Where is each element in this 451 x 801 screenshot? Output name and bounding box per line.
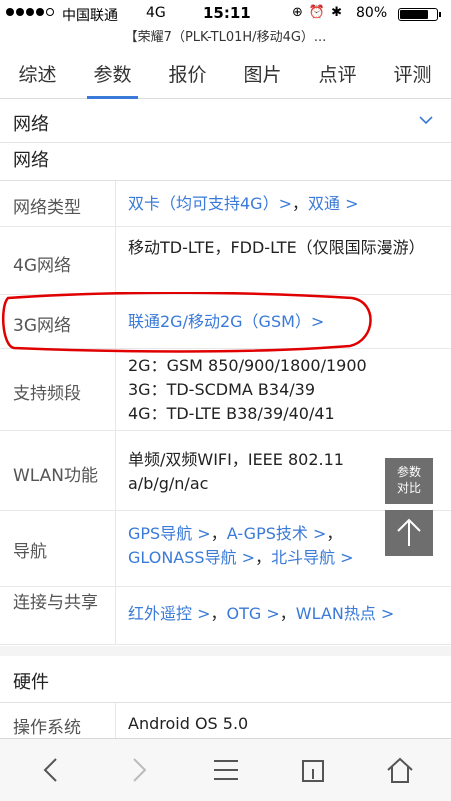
spec-row-navigation: 导航 GPS导航 >，A-GPS技术 >， GLONASS导航 >，北斗导航 >: [0, 511, 451, 587]
rotation-lock-icon: ⊕: [292, 5, 309, 20]
carrier-name: 中国联通: [62, 8, 118, 24]
spec-row-wlan: WLAN功能 单频/双频WIFI，IEEE 802.11 a/b/g/n/ac: [0, 431, 451, 511]
spec-value: 2G：GSM 850/900/1800/1900 3G：TD-SCDMA B34…: [128, 356, 367, 423]
spec-value: 红外遥控 >，OTG >，WLAN热点 >: [128, 604, 395, 623]
spec-label: 连接与共享: [13, 593, 98, 613]
back-arrow-icon[interactable]: [36, 755, 66, 785]
spec-value: 双卡（均可支持4G）>，双通 >: [128, 194, 359, 213]
tab-bar: 综述 参数 报价 图片 点评 评测: [0, 52, 451, 99]
spec-row-network-type: 网络类型 双卡（均可支持4G）>，双通 >: [0, 181, 451, 227]
windows-tabs-icon[interactable]: [299, 755, 329, 785]
spec-link-beidou[interactable]: 北斗导航 >: [271, 548, 354, 567]
spec-link-glonass[interactable]: GLONASS导航 >: [128, 548, 255, 567]
tab-evaluation[interactable]: 评测: [375, 52, 450, 98]
spec-value: 单频/双频WIFI，IEEE 802.11 a/b/g/n/ac: [128, 450, 344, 493]
spec-row-os: 操作系统 Android OS 5.0: [0, 703, 451, 738]
forward-arrow-icon[interactable]: [124, 755, 154, 785]
spec-label: 网络类型: [13, 198, 81, 218]
bluetooth-icon: ✱: [331, 5, 348, 20]
battery-icon: [398, 8, 441, 21]
tab-specs[interactable]: 参数: [75, 52, 150, 99]
section-hardware-title: 硬件: [13, 672, 49, 693]
tab-reviews[interactable]: 点评: [300, 52, 375, 98]
home-icon[interactable]: [385, 755, 415, 785]
spec-row-connectivity: 连接与共享 红外遥控 >，OTG >，WLAN热点 >: [0, 587, 451, 645]
spec-label: WLAN功能: [13, 466, 99, 486]
compare-params-button[interactable]: 参数对比: [385, 458, 433, 504]
spec-value: 移动TD-LTE，FDD-LTE（仅限国际漫游）: [128, 238, 425, 257]
menu-icon[interactable]: [211, 755, 241, 785]
network-type: 4G: [146, 5, 166, 21]
spec-label: 导航: [13, 542, 47, 562]
tab-price[interactable]: 报价: [150, 52, 225, 98]
spec-link-dual-pass[interactable]: 双通 >: [308, 194, 359, 213]
section-subtitle: 网络: [13, 150, 49, 171]
browser-toolbar: [0, 738, 451, 801]
spec-link-gps[interactable]: GPS导航 >: [128, 524, 211, 543]
back-to-top-button[interactable]: [385, 510, 433, 556]
chevron-down-icon: [419, 116, 433, 125]
spec-row-4g: 4G网络 移动TD-LTE，FDD-LTE（仅限国际漫游）: [0, 227, 451, 295]
section-network-header[interactable]: 网络: [0, 102, 451, 143]
spec-row-bands: 支持频段 2G：GSM 850/900/1800/1900 3G：TD-SCDM…: [0, 349, 451, 431]
tab-overview[interactable]: 综述: [0, 52, 75, 98]
spec-link-dual-sim[interactable]: 双卡（均可支持4G）>: [128, 194, 292, 213]
spec-value: Android OS 5.0: [128, 714, 249, 733]
annotation-highlight-circle: [1, 292, 372, 353]
spec-label: 操作系统: [13, 718, 81, 738]
signal-strength-icon: [6, 8, 54, 16]
section-title: 网络: [13, 114, 49, 135]
page-title: 【荣耀7（PLK-TL01H/移动4G）...: [124, 30, 327, 45]
tab-photos[interactable]: 图片: [225, 52, 300, 98]
arrow-up-icon: [397, 518, 421, 546]
clock: 15:11: [203, 4, 251, 22]
status-icons: ⊕⏰✱: [292, 5, 348, 20]
spec-label: 支持频段: [13, 384, 81, 404]
spec-link-agps[interactable]: A-GPS技术 >: [227, 524, 327, 543]
spec-label: 4G网络: [13, 256, 71, 276]
alarm-icon: ⏰: [308, 5, 332, 20]
spec-link-infrared[interactable]: 红外遥控 >: [128, 604, 211, 623]
status-bar: 中国联通 4G 15:11 ⊕⏰✱ 80%: [0, 0, 451, 28]
battery-percent: 80%: [356, 5, 388, 21]
spec-link-hotspot[interactable]: WLAN热点 >: [296, 604, 395, 623]
section-gap: [0, 646, 451, 656]
spec-link-otg[interactable]: OTG >: [227, 604, 280, 623]
